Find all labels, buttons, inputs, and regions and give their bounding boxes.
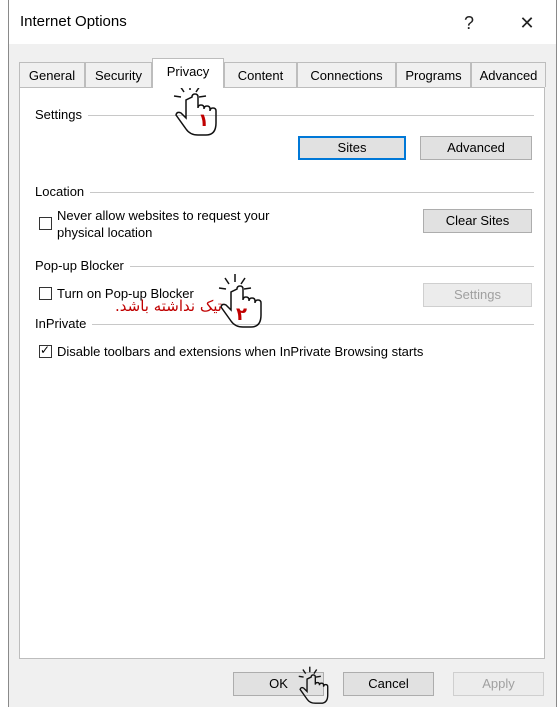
never-allow-location-checkbox[interactable] bbox=[39, 217, 52, 230]
never-allow-location-label-line2: physical location bbox=[57, 225, 153, 240]
location-header: Location bbox=[35, 184, 91, 199]
tab-general[interactable]: General bbox=[19, 62, 85, 87]
step2-number: ۲ bbox=[236, 304, 247, 325]
tab-connections[interactable]: Connections bbox=[297, 62, 396, 87]
step1-number: ۱ bbox=[198, 110, 209, 131]
turn-on-popup-blocker-checkbox[interactable] bbox=[39, 287, 52, 300]
never-allow-location-label-line1: Never allow websites to request your bbox=[57, 208, 270, 223]
privacy-panel: Settings Sites Advanced Location Never a… bbox=[19, 87, 545, 659]
location-divider bbox=[40, 192, 534, 193]
help-button[interactable]: ? bbox=[449, 8, 489, 38]
popup-header: Pop-up Blocker bbox=[35, 258, 130, 273]
settings-advanced-button[interactable]: Advanced bbox=[420, 136, 532, 160]
inprivate-divider bbox=[40, 324, 534, 325]
popup-settings-button[interactable]: Settings bbox=[423, 283, 532, 307]
close-button[interactable]: ✕ bbox=[507, 8, 547, 38]
disable-toolbars-checkbox[interactable]: ✓ bbox=[39, 343, 52, 358]
tab-security[interactable]: Security bbox=[85, 62, 152, 87]
settings-divider bbox=[40, 115, 534, 116]
sites-button[interactable]: Sites bbox=[298, 136, 406, 160]
title-bar: Internet Options ? ✕ bbox=[9, 0, 556, 44]
tab-advanced[interactable]: Advanced bbox=[471, 62, 546, 87]
settings-header: Settings bbox=[35, 107, 88, 122]
hand-pointer-icon-ok bbox=[298, 666, 329, 704]
cancel-button[interactable]: Cancel bbox=[343, 672, 434, 696]
internet-options-window: Internet Options ? ✕ General Security Pr… bbox=[8, 0, 557, 707]
checkmark-icon: ✓ bbox=[40, 343, 51, 357]
tab-programs[interactable]: Programs bbox=[396, 62, 471, 87]
tab-privacy[interactable]: Privacy bbox=[152, 58, 224, 88]
annotation-note: تیک نداشته باشد. bbox=[115, 297, 222, 315]
disable-toolbars-label: Disable toolbars and extensions when InP… bbox=[57, 344, 424, 359]
tab-content[interactable]: Content bbox=[224, 62, 297, 87]
inprivate-header: InPrivate bbox=[35, 316, 93, 331]
clear-sites-button[interactable]: Clear Sites bbox=[423, 209, 532, 233]
apply-button[interactable]: Apply bbox=[453, 672, 544, 696]
window-title: Internet Options bbox=[20, 13, 127, 30]
